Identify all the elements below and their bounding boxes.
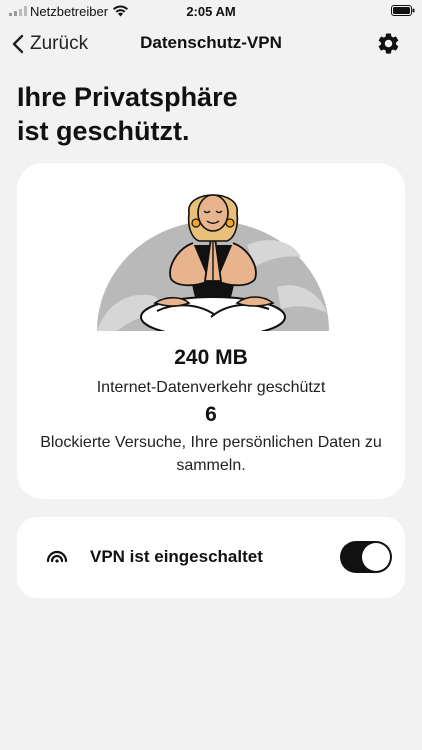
headline-line-1: Ihre Privatsphäre: [17, 82, 238, 112]
protection-stats-card: 240 MB Internet-Datenverkehr geschützt 6…: [17, 163, 405, 499]
blocked-attempts-value: 6: [205, 403, 217, 426]
page-title: Datenschutz-VPN: [140, 33, 282, 52]
headline-line-2: ist geschützt.: [17, 116, 190, 146]
gear-icon[interactable]: [376, 31, 401, 56]
status-time: 2:05 AM: [186, 4, 236, 19]
status-bar: Netzbetreiber 2:05 AM: [0, 0, 422, 24]
vpn-toggle-knob: [362, 543, 390, 571]
meditating-person-illustration: [97, 194, 329, 331]
vpn-status-card: VPN ist eingeschaltet: [17, 517, 405, 598]
blocked-attempts-label: Blockierte Versuche, Ihre persönlichen D…: [40, 434, 382, 474]
data-protected-value: 240 MB: [174, 346, 248, 369]
privacy-headline: Ihre Privatsphäre ist geschützt.: [17, 80, 397, 148]
data-protected-label: Internet-Datenverkehr geschützt: [96, 379, 326, 396]
vpn-toggle[interactable]: [340, 541, 392, 573]
vpn-status-label: VPN ist eingeschaltet: [90, 547, 263, 566]
battery-icon: [391, 5, 415, 16]
vpn-signal-icon: [46, 550, 68, 563]
